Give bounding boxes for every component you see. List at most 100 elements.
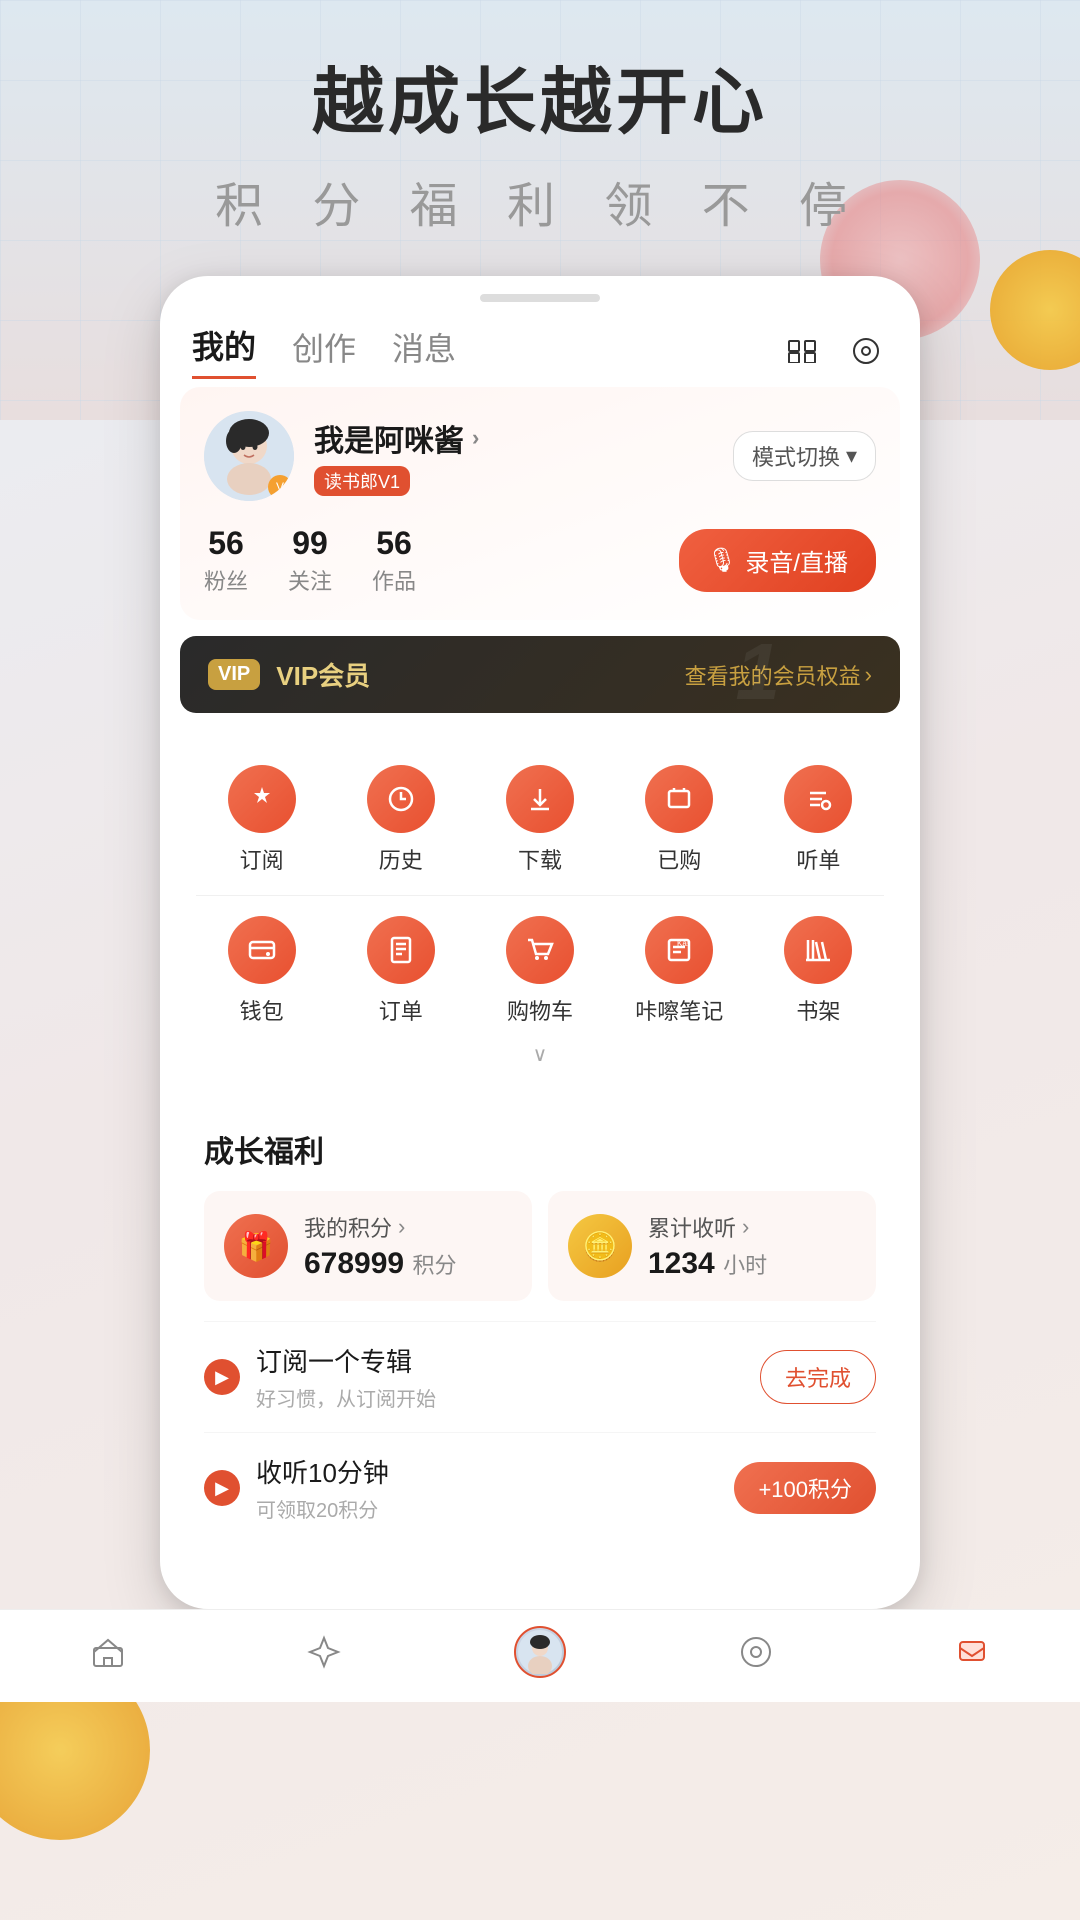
mode-switch-button[interactable]: 模式切换 ▾	[733, 431, 876, 481]
nav-home-icon	[82, 1626, 134, 1678]
menu-wallet[interactable]: 钱包	[196, 908, 327, 1034]
growth-title: 成长福利	[204, 1127, 876, 1171]
menu-cart-icon	[506, 916, 574, 984]
vip-badge: VIP	[208, 659, 260, 690]
phone-mockup: 我的 创作 消息	[160, 276, 920, 1609]
menu-playlist[interactable]: 听单	[753, 757, 884, 883]
task-subscribe-title: 订阅一个专辑	[256, 1342, 760, 1379]
points-value: 678999 积分	[304, 1247, 456, 1281]
task-listen-button[interactable]: +100积分	[734, 1462, 876, 1514]
menu-download-label: 下载	[518, 843, 562, 875]
works-count: 56	[372, 525, 416, 562]
tab-create[interactable]: 创作	[292, 324, 356, 378]
task-subscribe-button[interactable]: 去完成	[760, 1350, 876, 1404]
record-live-button[interactable]: 🎙 录音/直播	[679, 529, 876, 592]
menu-subscribe-label: 订阅	[240, 843, 284, 875]
phone-notch	[480, 294, 600, 302]
menu-playlist-icon	[784, 765, 852, 833]
nav-notifications-icon	[946, 1626, 998, 1678]
task-listen-title: 收听10分钟	[256, 1453, 734, 1490]
menu-playlist-label: 听单	[796, 843, 840, 875]
points-icon: 🎁	[224, 1214, 288, 1278]
menu-bookshelf[interactable]: 书架	[753, 908, 884, 1034]
listening-title: 累计收听 ›	[648, 1211, 767, 1243]
points-info: 我的积分 › 678999 积分	[304, 1211, 456, 1281]
menu-section: 订阅 历史 下载	[180, 729, 900, 1091]
menu-bookshelf-icon	[784, 916, 852, 984]
vip-bg-decoration: 1	[736, 636, 781, 713]
profile-tag: 读书郎V1	[314, 466, 410, 496]
growth-cards: 🎁 我的积分 › 678999 积分 🪙 累计收听	[204, 1191, 876, 1301]
listening-icon: 🪙	[568, 1214, 632, 1278]
following-stat[interactable]: 99 关注	[288, 525, 332, 596]
bottom-nav	[0, 1609, 1080, 1702]
nav-avatar	[514, 1626, 566, 1678]
following-count: 99	[288, 525, 332, 562]
menu-purchased-label: 已购	[657, 843, 701, 875]
hero-subtitle: 积 分 福 利 领 不 停	[0, 166, 1080, 236]
menu-subscribe[interactable]: 订阅	[196, 757, 327, 883]
menu-history-icon	[367, 765, 435, 833]
nav-notifications[interactable]	[946, 1626, 998, 1678]
task-listen-info: 收听10分钟 可领取20积分	[256, 1453, 734, 1523]
menu-notes-label: 咔嚓笔记	[635, 994, 723, 1026]
menu-download[interactable]: 下载	[474, 757, 605, 883]
menu-wallet-icon	[228, 916, 296, 984]
menu-history-label: 历史	[379, 843, 423, 875]
profile-section: V 我是阿咪酱 › 读书郎V1 模式切换 ▾ 56 粉丝 99 关注	[180, 387, 900, 620]
expand-icon[interactable]	[780, 329, 824, 373]
task-listen-icon: ▶	[204, 1470, 240, 1506]
menu-cart[interactable]: 购物车	[474, 908, 605, 1034]
tab-messages[interactable]: 消息	[392, 324, 456, 378]
fans-stat[interactable]: 56 粉丝	[204, 525, 248, 596]
menu-expand-button[interactable]: ∨	[196, 1034, 884, 1075]
profile-name[interactable]: 我是阿咪酱 ›	[314, 416, 713, 460]
points-title: 我的积分 ›	[304, 1211, 456, 1243]
following-label: 关注	[288, 564, 332, 596]
profile-header: V 我是阿咪酱 › 读书郎V1 模式切换 ▾	[204, 411, 876, 501]
task-subscribe-icon: ▶	[204, 1359, 240, 1395]
nav-explore-icon	[730, 1626, 782, 1678]
menu-notes[interactable]: Ka! 咔嚓笔记	[614, 908, 745, 1034]
hero-title: 越成长越开心	[0, 60, 1080, 146]
menu-notes-icon: Ka!	[645, 916, 713, 984]
tab-icons	[780, 329, 888, 373]
listening-card[interactable]: 🪙 累计收听 › 1234 小时	[548, 1191, 876, 1301]
nav-explore[interactable]	[730, 1626, 782, 1678]
nav-profile[interactable]	[514, 1626, 566, 1678]
listening-info: 累计收听 › 1234 小时	[648, 1211, 767, 1281]
fans-count: 56	[204, 525, 248, 562]
menu-purchased[interactable]: 已购	[614, 757, 745, 883]
svg-text:Ka!: Ka!	[677, 939, 689, 948]
menu-history[interactable]: 历史	[335, 757, 466, 883]
vip-banner[interactable]: VIP VIP会员 1 查看我的会员权益 ›	[180, 636, 900, 713]
growth-section: 成长福利 🎁 我的积分 › 678999 积分 🪙	[180, 1099, 900, 1571]
nav-home[interactable]	[82, 1626, 134, 1678]
task-listen: ▶ 收听10分钟 可领取20积分 +100积分	[204, 1432, 876, 1543]
points-card[interactable]: 🎁 我的积分 › 678999 积分	[204, 1191, 532, 1301]
task-subscribe-subtitle: 好习惯，从订阅开始	[256, 1383, 760, 1412]
menu-grid-row2: 钱包 订单 购物车	[196, 908, 884, 1034]
nav-discover[interactable]	[298, 1626, 350, 1678]
hero-section: 越成长越开心 积 分 福 利 领 不 停	[0, 0, 1080, 236]
works-stat[interactable]: 56 作品	[372, 525, 416, 596]
tab-my[interactable]: 我的	[192, 322, 256, 379]
menu-grid-row1: 订阅 历史 下载	[196, 757, 884, 883]
stats-row: 56 粉丝 99 关注 56 作品 🎙 录音/直播	[204, 525, 876, 596]
menu-bookshelf-label: 书架	[796, 994, 840, 1026]
profile-info: 我是阿咪酱 › 读书郎V1	[314, 416, 713, 496]
task-subscribe: ▶ 订阅一个专辑 好习惯，从订阅开始 去完成	[204, 1321, 876, 1432]
tab-bar: 我的 创作 消息	[160, 302, 920, 387]
menu-purchased-icon	[645, 765, 713, 833]
menu-orders-icon	[367, 916, 435, 984]
menu-orders[interactable]: 订单	[335, 908, 466, 1034]
vip-text: VIP会员	[276, 656, 370, 693]
menu-download-icon	[506, 765, 574, 833]
settings-icon[interactable]	[844, 329, 888, 373]
task-subscribe-info: 订阅一个专辑 好习惯，从订阅开始	[256, 1342, 760, 1412]
profile-name-arrow: ›	[472, 425, 479, 451]
fans-label: 粉丝	[204, 564, 248, 596]
menu-subscribe-icon	[228, 765, 296, 833]
menu-cart-label: 购物车	[507, 994, 573, 1026]
user-avatar[interactable]: V	[204, 411, 294, 501]
